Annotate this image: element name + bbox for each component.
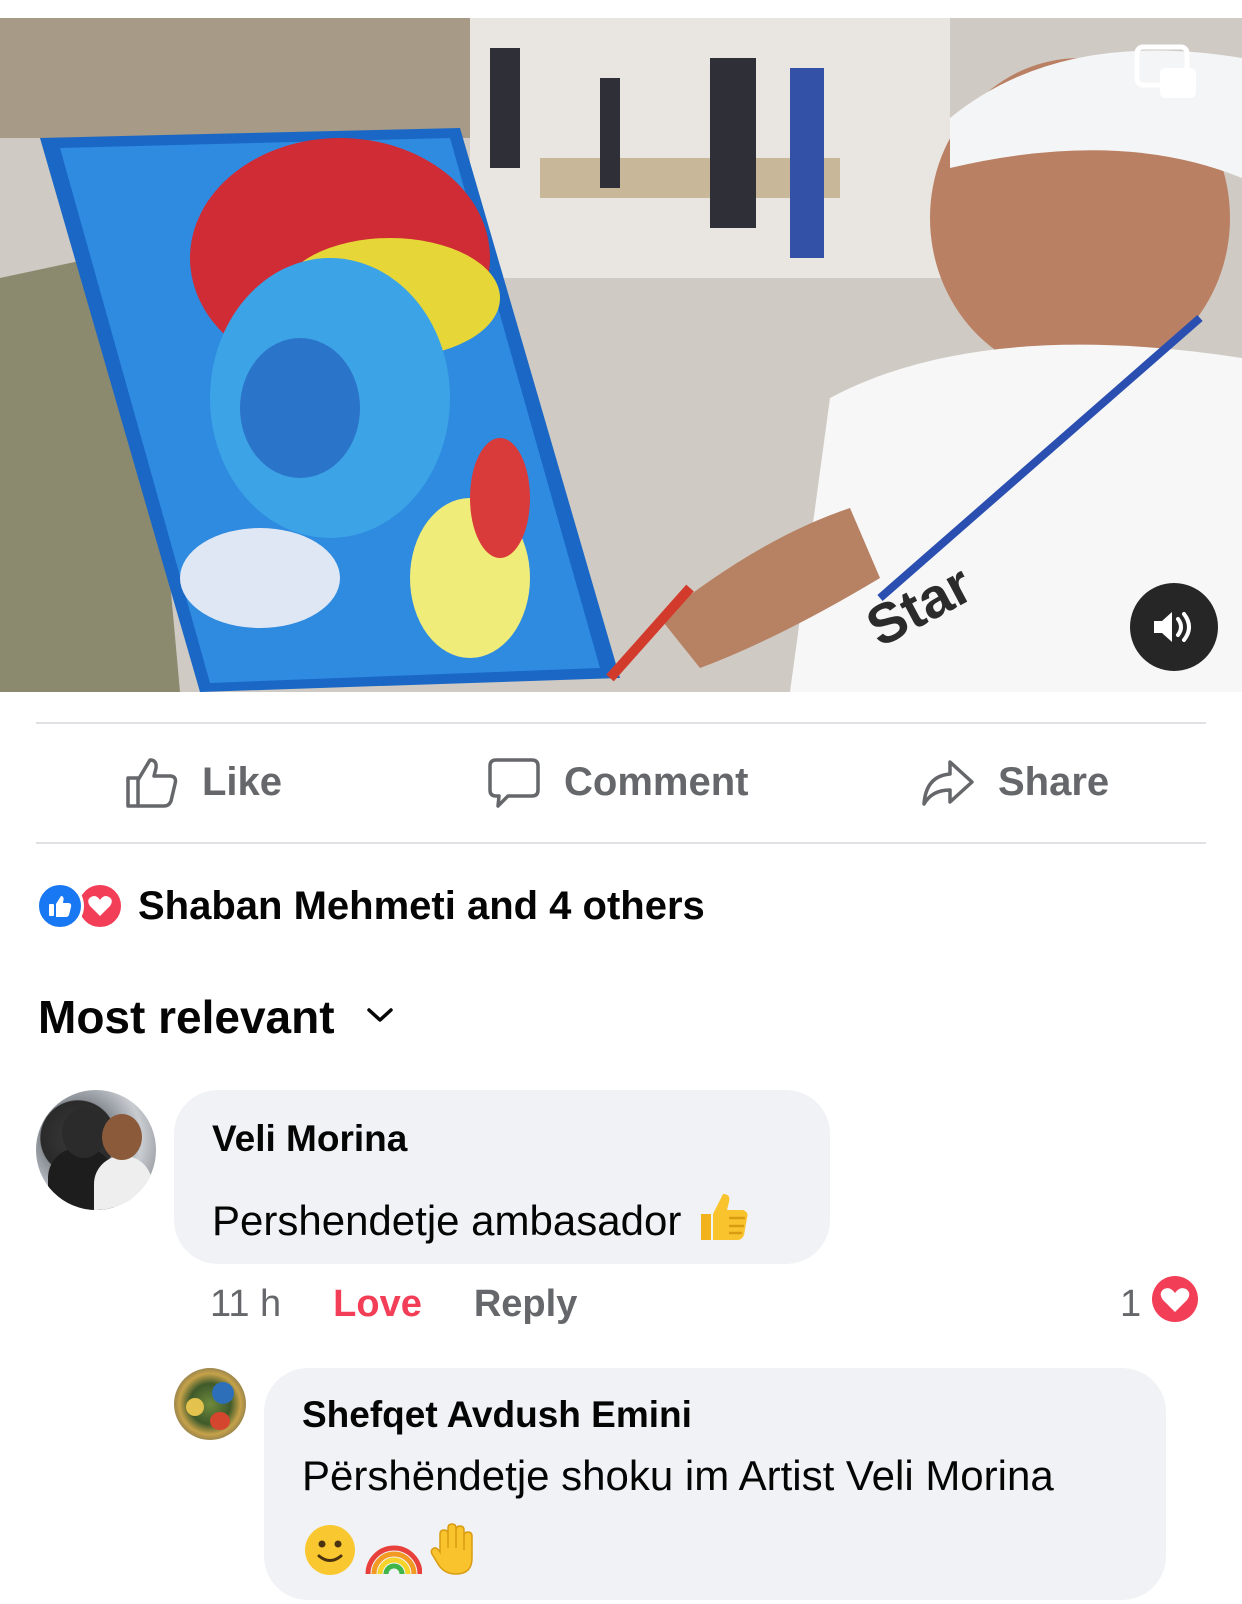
comment-body: Pershendetje ambasador xyxy=(212,1197,682,1244)
divider xyxy=(36,842,1206,844)
video-frame-image: Star xyxy=(0,18,1242,692)
comment-sort-dropdown[interactable]: Most relevant xyxy=(38,990,395,1044)
video-player[interactable]: Star xyxy=(0,18,1242,692)
picture-in-picture-icon[interactable] xyxy=(1134,44,1198,100)
comment-reaction-count[interactable]: 1 xyxy=(1120,1276,1199,1332)
reactions-summary-text: Shaban Mehmeti and 4 others xyxy=(138,883,705,928)
comment-meta: 11 h Love Reply xyxy=(210,1276,577,1332)
love-button[interactable]: Love xyxy=(333,1283,422,1326)
sort-label: Most relevant xyxy=(38,991,335,1043)
chevron-down-icon xyxy=(365,1005,395,1030)
comment-body: Përshëndetje shoku im Artist Veli Morina xyxy=(302,1452,1054,1499)
comment-author[interactable]: Veli Morina xyxy=(212,1118,407,1160)
share-label: Share xyxy=(998,759,1110,804)
love-reaction-icon xyxy=(1151,1275,1199,1333)
comment-emojis xyxy=(302,1522,482,1583)
comment-label: Comment xyxy=(564,759,749,804)
comment-bubble: Veli Morina Pershendetje ambasador xyxy=(174,1090,830,1264)
reactions-summary[interactable]: Shaban Mehmeti and 4 others xyxy=(36,878,705,934)
like-button[interactable]: Like xyxy=(124,723,282,841)
share-arrow-icon xyxy=(920,754,976,810)
comment-timestamp: 11 h xyxy=(210,1282,282,1325)
reply-button[interactable]: Reply xyxy=(474,1283,577,1326)
comment-author[interactable]: Shefqet Avdush Emini xyxy=(302,1394,692,1436)
thumbs-up-emoji-icon xyxy=(695,1188,751,1254)
speaker-icon[interactable] xyxy=(1130,583,1218,671)
rainbow-emoji-icon xyxy=(362,1522,423,1583)
like-reaction-icon xyxy=(36,882,84,930)
comment-button[interactable]: Comment xyxy=(486,723,748,841)
like-label: Like xyxy=(202,759,283,804)
post-action-bar: Like Comment Share xyxy=(36,723,1206,841)
avatar[interactable] xyxy=(174,1368,246,1440)
raised-hand-emoji-icon xyxy=(426,1522,482,1583)
thumbs-up-icon xyxy=(124,754,180,810)
comment-bubble: Shefqet Avdush Emini Përshëndetje shoku … xyxy=(264,1368,1166,1600)
slightly-smiling-face-emoji-icon xyxy=(302,1522,358,1583)
comment-text: Pershendetje ambasador xyxy=(212,1188,751,1254)
share-button[interactable]: Share xyxy=(920,723,1109,841)
comment-bubble-icon xyxy=(486,754,542,810)
reaction-count-value: 1 xyxy=(1120,1282,1142,1325)
avatar[interactable] xyxy=(36,1090,156,1210)
